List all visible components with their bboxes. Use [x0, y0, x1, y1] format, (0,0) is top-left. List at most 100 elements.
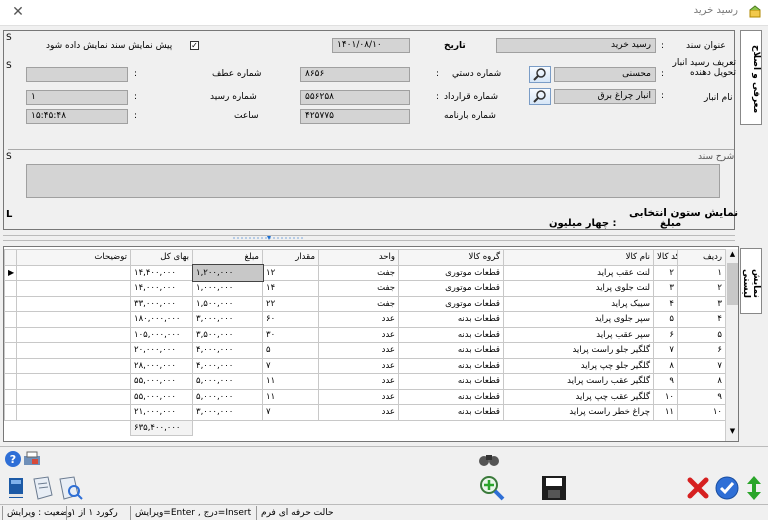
cell-total[interactable]: ۲۱,۰۰۰,۰۰۰ [130, 404, 193, 421]
table-row[interactable]: ۱۸۰,۰۰۰,۰۰۰ ۳,۰۰۰,۰۰۰ ۶۰ عدد قطعات بدنه سپر ج… [4, 311, 726, 328]
cell-quantity[interactable]: ۵ [262, 342, 319, 359]
cell-total[interactable]: ۲۰,۰۰۰,۰۰۰ [130, 342, 193, 359]
table-row[interactable]: ۵۵,۰۰۰,۰۰۰ ۵,۰۰۰,۰۰۰ ۱۱ عدد قطعات بدنه گلگیر … [4, 388, 726, 405]
cell-name[interactable]: گلگیر عقب راست پراید [503, 373, 654, 390]
cell-price[interactable]: ۱,۵۰۰,۰۰۰ [192, 295, 263, 312]
cell-quantity[interactable]: ۷ [262, 404, 319, 421]
grid-scrollbar[interactable]: ▲ ▼ [725, 249, 738, 441]
cell-row[interactable]: ۷ [677, 357, 726, 374]
zoom-in-icon[interactable] [478, 474, 506, 502]
column-header-unit[interactable]: واحد [318, 249, 399, 266]
book-icon[interactable] [6, 476, 28, 500]
cell-group[interactable]: قطعات موتوری [398, 295, 504, 312]
cell-code[interactable]: ۷ [653, 342, 678, 359]
definition-field[interactable]: محسنی [554, 67, 656, 82]
description-field[interactable] [26, 164, 720, 198]
cell-price[interactable]: ۴,۰۰۰,۰۰۰ [192, 342, 263, 359]
cell-group[interactable]: قطعات بدنه [398, 357, 504, 374]
cell-total[interactable]: ۵۵,۰۰۰,۰۰۰ [130, 388, 193, 405]
column-header-code[interactable]: کد کالا [653, 249, 678, 266]
cell-row[interactable]: ۹ [677, 388, 726, 405]
cell-row[interactable]: ۱ [677, 264, 726, 281]
cell-unit[interactable]: عدد [318, 311, 399, 328]
cell-total[interactable]: ۵۵,۰۰۰,۰۰۰ [130, 373, 193, 390]
atf-no-field[interactable] [26, 67, 128, 82]
cell-quantity[interactable]: ۳۰ [262, 326, 319, 343]
cell-unit[interactable]: عدد [318, 373, 399, 390]
cell-name[interactable]: گلگیر جلو راست پراید [503, 342, 654, 359]
cell-row[interactable]: ۳ [677, 295, 726, 312]
cell-quantity[interactable]: ۶۰ [262, 311, 319, 328]
cell-quantity[interactable]: ۱۴ [262, 280, 319, 297]
close-button[interactable]: ✕ [4, 2, 32, 22]
cell-total[interactable]: ۳۳,۰۰۰,۰۰۰ [130, 295, 193, 312]
cell-row[interactable]: ۴ [677, 311, 726, 328]
navigate-updown-icon[interactable] [744, 474, 764, 502]
cell-code[interactable]: ۱۰ [653, 388, 678, 405]
cell-name[interactable]: چراغ خطر راست پراید [503, 404, 654, 421]
cell-notes[interactable] [16, 404, 131, 421]
cell-quantity[interactable]: ۱۲ [262, 264, 319, 281]
cell-group[interactable]: قطعات موتوری [398, 280, 504, 297]
cell-group[interactable]: قطعات بدنه [398, 326, 504, 343]
cell-code[interactable]: ۶ [653, 326, 678, 343]
cell-price[interactable]: ۳,۰۰۰,۰۰۰ [192, 404, 263, 421]
cell-group[interactable]: قطعات بدنه [398, 404, 504, 421]
splitter[interactable] [3, 235, 735, 241]
document-search-icon[interactable] [30, 475, 56, 501]
tab-definition[interactable]: معرفی و اصلاح [740, 30, 762, 125]
cell-group[interactable]: قطعات بدنه [398, 388, 504, 405]
table-row[interactable]: ۲۸,۰۰۰,۰۰۰ ۴,۰۰۰,۰۰۰ ۷ عدد قطعات بدنه گلگیر ج… [4, 357, 726, 374]
cell-notes[interactable] [16, 373, 131, 390]
cell-code[interactable]: ۹ [653, 373, 678, 390]
column-header-group[interactable]: گروه کالا [398, 249, 504, 266]
cell-price[interactable]: ۵,۰۰۰,۰۰۰ [192, 373, 263, 390]
cell-unit[interactable]: عدد [318, 326, 399, 343]
column-header-row[interactable]: ردیف [677, 249, 726, 266]
cell-total[interactable]: ۲۸,۰۰۰,۰۰۰ [130, 357, 193, 374]
cell-price[interactable]: ۳,۵۰۰,۰۰۰ [192, 326, 263, 343]
cell-quantity[interactable]: ۱۱ [262, 388, 319, 405]
table-row[interactable]: ۲۰,۰۰۰,۰۰۰ ۴,۰۰۰,۰۰۰ ۵ عدد قطعات بدنه گلگیر ج… [4, 342, 726, 359]
cell-row[interactable]: ۶ [677, 342, 726, 359]
date-field[interactable]: ۱۴۰۱/۰۸/۱۰ [332, 38, 410, 53]
cell-unit[interactable]: عدد [318, 342, 399, 359]
warehouse-field[interactable]: انبار چراغ برق [554, 89, 656, 104]
table-row[interactable]: ▶ ۱۴,۴۰۰,۰۰۰ ۱,۲۰۰,۰۰۰ ۱۲ جفت قطعات موتوری لنت… [4, 264, 726, 282]
print-icon[interactable] [22, 450, 42, 468]
table-row[interactable]: ۱۰۵,۰۰۰,۰۰۰ ۳,۵۰۰,۰۰۰ ۳۰ عدد قطعات بدنه سپر ع… [4, 326, 726, 343]
cell-price[interactable]: ۱,۲۰۰,۰۰۰ [191, 264, 264, 282]
column-header-quantity[interactable]: مقدار [262, 249, 319, 266]
cell-price[interactable]: ۵,۰۰۰,۰۰۰ [192, 388, 263, 405]
receipt-no-field[interactable]: ۱ [26, 90, 128, 105]
preview-checkbox[interactable]: ✓ [190, 41, 199, 50]
cell-unit[interactable]: عدد [318, 357, 399, 374]
cell-notes[interactable] [16, 295, 131, 312]
contract-no-field[interactable]: ۵۵۶۲۵۸ [300, 90, 410, 105]
cell-unit[interactable]: جفت [318, 264, 399, 281]
cell-price[interactable]: ۳,۰۰۰,۰۰۰ [192, 311, 263, 328]
cell-notes[interactable] [16, 326, 131, 343]
cell-notes[interactable] [16, 357, 131, 374]
cell-row[interactable]: ۸ [677, 373, 726, 390]
scroll-thumb[interactable] [727, 263, 738, 305]
cell-name[interactable]: لنت جلوی پراید [503, 280, 654, 297]
sanad-title-field[interactable]: رسید خرید [496, 38, 656, 53]
cell-quantity[interactable]: ۷ [262, 357, 319, 374]
save-icon[interactable] [540, 474, 568, 502]
cell-notes[interactable] [16, 264, 131, 281]
cell-unit[interactable]: جفت [318, 295, 399, 312]
cell-code[interactable]: ۸ [653, 357, 678, 374]
cell-notes[interactable] [16, 311, 131, 328]
cell-notes[interactable] [16, 388, 131, 405]
cell-group[interactable]: قطعات بدنه [398, 342, 504, 359]
search-button[interactable] [529, 88, 551, 105]
manual-no-field[interactable]: ۸۶۵۶ [300, 67, 410, 82]
cell-quantity[interactable]: ۲۲ [262, 295, 319, 312]
cell-name[interactable]: سپر عقب پراید [503, 326, 654, 343]
cell-name[interactable]: سیبک پراید [503, 295, 654, 312]
document-find-icon[interactable] [56, 475, 84, 501]
cell-total[interactable]: ۱۴,۰۰۰,۰۰۰ [130, 280, 193, 297]
column-header-name[interactable]: نام کالا [503, 249, 654, 266]
cell-group[interactable]: قطعات موتوری [398, 264, 504, 281]
